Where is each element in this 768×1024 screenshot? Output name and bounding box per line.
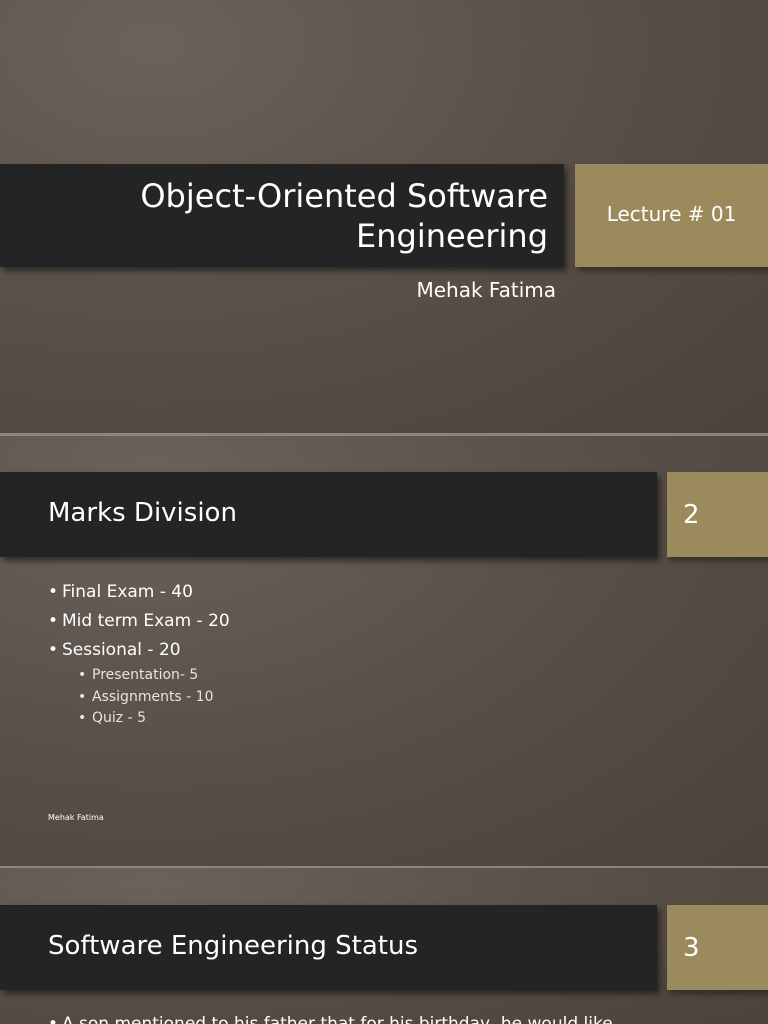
slide-3: Software Engineering Status 3 • A son men… (0, 868, 768, 1024)
title-bar: Marks Division (0, 472, 657, 557)
lecture-number: Lecture # 01 (606, 202, 737, 226)
marks-list: • Final Exam - 40 • Mid term Exam - 20 • Se… (48, 578, 230, 730)
item-text: Final Exam - 40 (62, 582, 193, 602)
slide-number: 3 (683, 933, 700, 963)
item-text: Presentation- 5 (92, 667, 199, 683)
sub-list-item: • Assignments - 10 (78, 688, 214, 705)
item-text: Quiz - 5 (92, 710, 146, 726)
slide-1: Object-Oriented Software Engineering Lect… (0, 0, 768, 433)
lecture-box: Lecture # 01 (575, 164, 768, 267)
slide-number: 2 (683, 500, 700, 530)
title-line-2: Engineering (356, 217, 548, 255)
slide-number-box: 2 (667, 472, 768, 557)
list-item: • Final Exam - 40 (48, 582, 193, 602)
item-text: A son mentioned to his father that for h… (62, 1014, 613, 1024)
slide-title: Marks Division (48, 498, 237, 528)
item-text: Assignments - 10 (92, 688, 214, 705)
item-text: Sessional - 20 (62, 640, 181, 660)
slide-title: Software Engineering Status (48, 931, 418, 961)
author: Mehak Fatima (416, 278, 557, 302)
title-line-1: Object-Oriented Software (140, 177, 548, 215)
title-bar: Object-Oriented Software Engineering (0, 164, 564, 267)
slide-2: Marks Division 2 • Final Exam - 40 • Mid t… (0, 436, 768, 866)
footer-author: Mehak Fatima (48, 813, 104, 822)
slide-title: Object-Oriented Software Engineering (140, 176, 548, 256)
title-bar: Software Engineering Status (0, 905, 657, 990)
item-text: Mid term Exam - 20 (62, 611, 230, 631)
list-item: • Sessional - 20 (48, 640, 181, 660)
list-item: • A son mentioned to his father that for … (48, 1014, 613, 1024)
list-item: • Mid term Exam - 20 (48, 611, 230, 631)
sub-list-item: • Presentation- 5 (78, 667, 199, 683)
sub-list-item: • Quiz - 5 (78, 710, 146, 726)
slide-number-box: 3 (667, 905, 768, 990)
